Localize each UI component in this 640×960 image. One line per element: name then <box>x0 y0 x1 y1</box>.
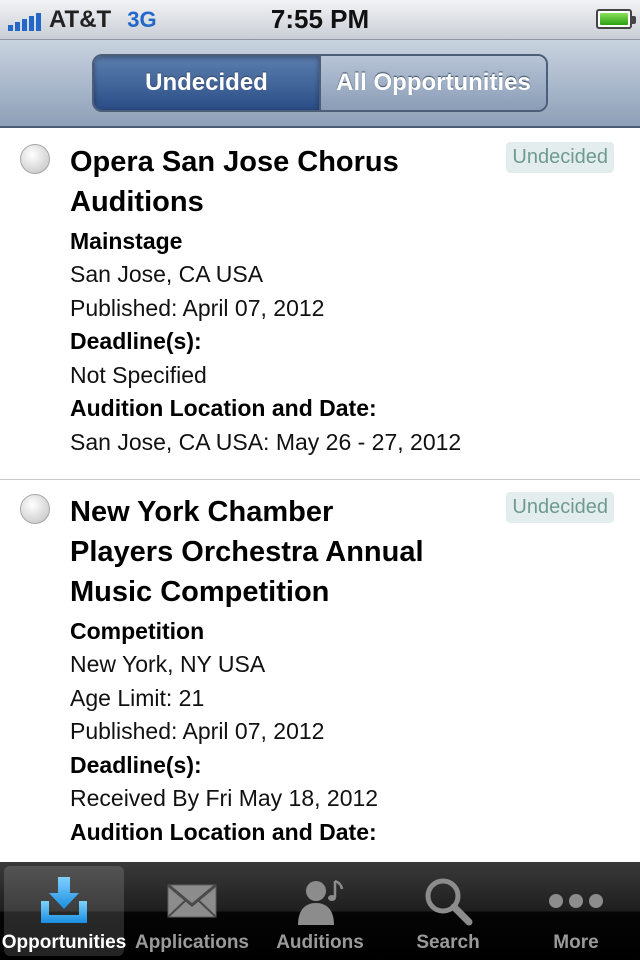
segment-undecided[interactable]: Undecided <box>94 56 319 110</box>
clock: 7:55 PM <box>270 4 370 34</box>
envelope-icon <box>162 872 222 930</box>
opportunity-location: New York, NY USA <box>70 651 266 677</box>
opportunity-type: Competition <box>70 618 205 644</box>
battery-icon <box>596 9 636 29</box>
opportunity-title[interactable]: Opera San Jose Chorus Auditions <box>70 142 430 222</box>
published-date: Published: April 07, 2012 <box>70 294 325 321</box>
tray-download-icon <box>34 872 94 930</box>
select-radio[interactable] <box>20 494 50 524</box>
deadline-value: Not Specified <box>70 361 207 388</box>
list-item[interactable]: Undecided New York Chamber Players Orche… <box>0 480 640 862</box>
opportunity-location: San Jose, CA USA <box>70 261 264 287</box>
opportunity-type: Mainstage <box>70 228 183 254</box>
status-bar: AT&T 3G 7:55 PM <box>0 0 640 40</box>
select-radio[interactable] <box>20 144 50 174</box>
tab-label: Auditions <box>276 932 364 953</box>
status-badge: Undecided <box>506 142 614 173</box>
tab-more[interactable]: More <box>512 862 640 960</box>
tab-search[interactable]: Search <box>384 862 512 960</box>
published-date: Published: April 07, 2012 <box>70 718 325 744</box>
deadline-value: Received By Fri May 18, 2012 <box>70 785 379 811</box>
status-badge: Undecided <box>506 492 614 523</box>
opportunity-list[interactable]: Undecided Opera San Jose Chorus Audition… <box>0 130 640 862</box>
tab-bar: Opportunities Applications Auditions Sea… <box>0 862 640 960</box>
tab-label: Opportunities <box>1 932 127 953</box>
audition-label: Audition Location and Date: <box>70 818 377 845</box>
tab-applications[interactable]: Applications <box>128 862 256 960</box>
tab-auditions[interactable]: Auditions <box>256 862 384 960</box>
opportunity-title[interactable]: New York Chamber Players Orchestra Annua… <box>70 492 430 612</box>
tab-label: Search <box>416 932 480 953</box>
deadline-label: Deadline(s): <box>70 751 202 778</box>
magnifier-icon <box>418 872 478 930</box>
navigation-bar: Undecided All Opportunities <box>0 40 640 128</box>
deadline-label: Deadline(s): <box>70 328 202 354</box>
tab-label: More <box>553 932 599 953</box>
person-music-icon <box>290 872 350 930</box>
audition-value: San Jose, CA USA: May 26 - 27, 2012 <box>70 428 462 455</box>
filter-segmented-control: Undecided All Opportunities <box>92 54 548 112</box>
age-limit: Age Limit: 21 <box>70 684 205 711</box>
list-item[interactable]: Undecided Opera San Jose Chorus Audition… <box>0 130 640 480</box>
tab-label: Applications <box>134 932 249 953</box>
tab-opportunities[interactable]: Opportunities <box>0 862 128 960</box>
segment-all-opportunities[interactable]: All Opportunities <box>319 56 546 110</box>
audition-label: Audition Location and Date: <box>70 395 377 421</box>
ellipsis-icon <box>546 872 606 930</box>
